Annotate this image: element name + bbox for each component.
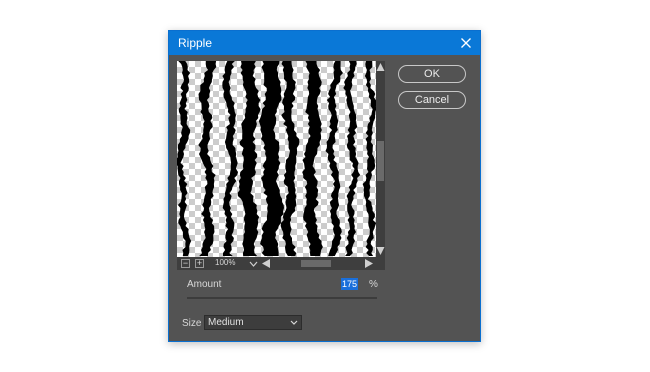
horizontal-scroll-thumb[interactable] xyxy=(301,260,331,267)
size-label: Size xyxy=(182,318,202,329)
zoom-in-button[interactable]: + xyxy=(195,259,204,268)
ok-button[interactable]: OK xyxy=(398,65,466,83)
zoom-level: 100% xyxy=(215,258,236,267)
close-button[interactable] xyxy=(452,31,480,55)
size-select[interactable]: Medium xyxy=(204,315,302,330)
scroll-right-icon[interactable] xyxy=(364,258,374,269)
amount-label: Amount xyxy=(187,279,222,290)
scroll-down-icon[interactable] xyxy=(376,246,385,256)
ripple-stripes-preview xyxy=(177,61,376,256)
scroll-left-icon[interactable] xyxy=(261,258,271,269)
zoom-out-button[interactable]: − xyxy=(181,259,190,268)
cancel-button[interactable]: Cancel xyxy=(398,91,466,109)
zoom-in-icon: + xyxy=(196,258,203,268)
titlebar: Ripple xyxy=(169,31,480,55)
ripple-dialog: Ripple − + 100% OK Cancel Amount 175 % S… xyxy=(168,30,481,342)
vertical-scroll-thumb[interactable] xyxy=(377,141,384,181)
close-icon xyxy=(461,38,471,48)
amount-slider[interactable] xyxy=(187,290,377,299)
scroll-up-icon[interactable] xyxy=(376,62,385,72)
dialog-title: Ripple xyxy=(178,36,213,50)
chevron-down-icon xyxy=(290,320,298,325)
size-selected-value: Medium xyxy=(208,317,244,328)
filter-preview[interactable] xyxy=(177,61,376,257)
preview-horizontal-scrollbar[interactable] xyxy=(261,258,374,269)
zoom-out-icon: − xyxy=(182,258,189,268)
zoom-bar: − + 100% xyxy=(177,257,385,270)
amount-unit: % xyxy=(369,279,378,290)
chevron-down-icon[interactable] xyxy=(249,260,258,268)
preview-vertical-scrollbar[interactable] xyxy=(376,61,385,257)
amount-input[interactable] xyxy=(341,278,358,290)
